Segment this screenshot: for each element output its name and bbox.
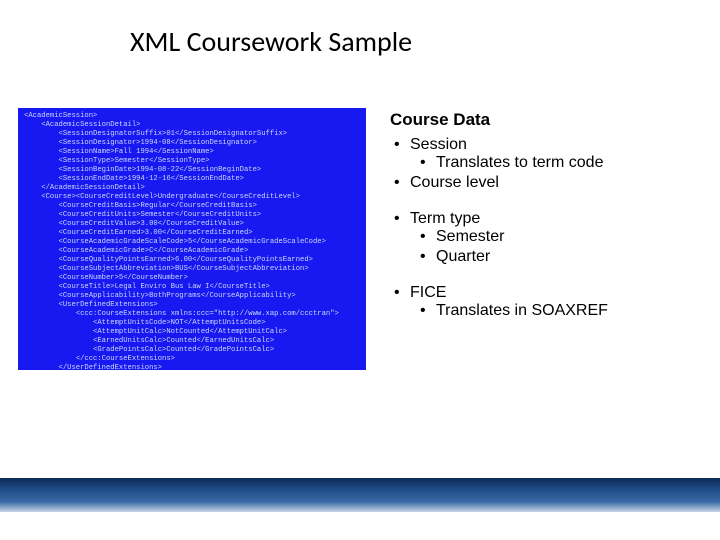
- footer-band: [0, 478, 720, 512]
- slide-title: XML Coursework Sample: [130, 24, 412, 59]
- bullet-level-2: Semester: [410, 228, 700, 246]
- bullet-level-1: Course level: [390, 174, 700, 192]
- bullet-level-2: Translates to term code: [410, 154, 700, 172]
- bullet-level-1: Term typeSemesterQuarter: [390, 210, 700, 266]
- bullet-level-1: SessionTranslates to term code: [390, 136, 700, 172]
- content-column: Course Data SessionTranslates to term co…: [390, 110, 700, 338]
- content-heading: Course Data: [390, 110, 700, 130]
- bullet-level-2: Translates in SOAXREF: [410, 302, 700, 320]
- bullet-level-2: Quarter: [410, 248, 700, 266]
- xml-code-block: <AcademicSession> <AcademicSessionDetail…: [18, 108, 366, 370]
- bullet-level-1: FICETranslates in SOAXREF: [390, 284, 700, 320]
